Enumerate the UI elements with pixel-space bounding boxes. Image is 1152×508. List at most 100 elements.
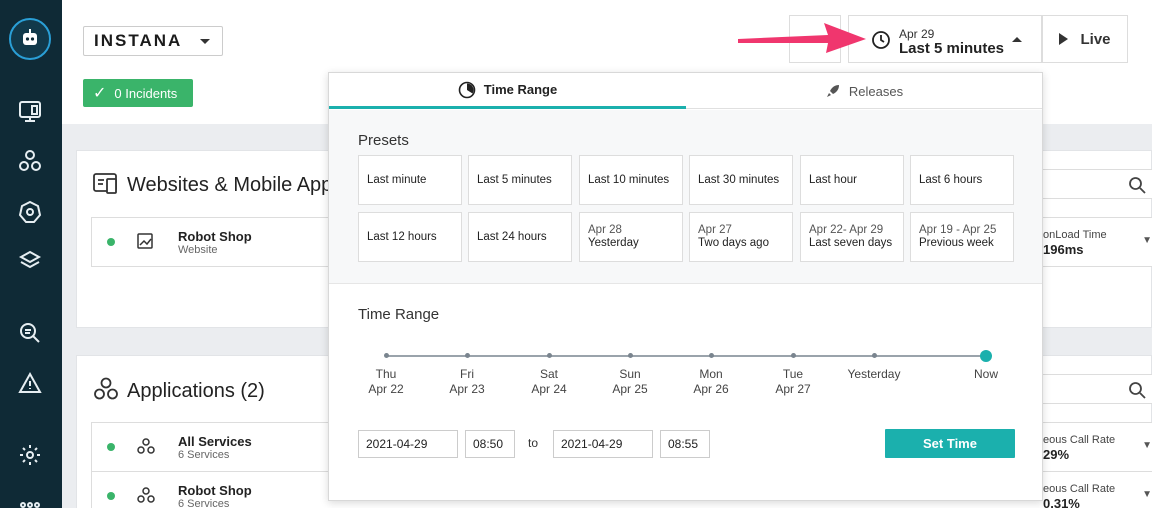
preset-date: Apr 28 — [588, 224, 622, 236]
timeline-day: Tue — [782, 367, 804, 381]
preset-label: Last 30 minutes — [698, 173, 780, 186]
timeline-day: Mon — [699, 367, 723, 381]
time-range-icon — [458, 81, 476, 98]
timeline-label: Sat Apr 24 — [514, 367, 584, 397]
timeline-label: Sun Apr 25 — [595, 367, 665, 397]
time-range-label: Last 5 minutes — [899, 40, 1005, 57]
timeline-day: Yesterday — [847, 367, 901, 381]
timeline-date: Apr 23 — [449, 382, 485, 396]
tab-releases-label: Releases — [848, 83, 904, 99]
play-icon — [1059, 33, 1069, 45]
monitor-icon[interactable] — [15, 96, 45, 126]
tab-time-range[interactable]: Time Range — [329, 73, 686, 109]
timeline-tick[interactable] — [546, 353, 552, 358]
timeline-tick[interactable] — [790, 353, 796, 358]
timeline-now-handle[interactable] — [980, 350, 992, 362]
clock-icon — [871, 30, 891, 55]
timeline-tick[interactable] — [383, 353, 389, 358]
timeline-label: Now — [951, 367, 1021, 382]
settings-gear-icon[interactable] — [15, 440, 45, 470]
preset-option[interactable]: Apr 19 - Apr 25 Previous week — [910, 212, 1014, 262]
tab-releases[interactable]: Releases — [686, 73, 1042, 109]
to-time-input[interactable]: 08:55 — [660, 430, 710, 458]
to-date-input[interactable]: 2021-04-29 — [553, 430, 653, 458]
preset-option[interactable]: Last 30 minutes — [689, 155, 793, 205]
preset-option[interactable]: Last hour — [800, 155, 904, 205]
time-range-date: Apr 29 — [899, 27, 935, 41]
preset-option[interactable]: Last 10 minutes — [579, 155, 683, 205]
preset-option[interactable]: Last 6 hours — [910, 155, 1014, 205]
preset-option[interactable]: Last 24 hours — [468, 212, 572, 262]
from-date-input[interactable]: 2021-04-29 — [358, 430, 458, 458]
set-time-button[interactable]: Set Time — [885, 429, 1015, 458]
preset-date: Apr 19 - Apr 25 — [919, 224, 997, 236]
services-cluster-icon[interactable] — [15, 146, 45, 176]
timeline-track[interactable] — [386, 355, 986, 357]
timeline-date: Apr 22 — [368, 382, 404, 396]
timeline-tick[interactable] — [627, 353, 633, 358]
timeline-date: Apr 26 — [693, 382, 729, 396]
annotation-arrow-icon — [738, 23, 866, 53]
websites-card-title: Websites & Mobile App — [127, 174, 333, 196]
search-icon — [1128, 381, 1146, 404]
website-monitor-icon — [92, 171, 120, 202]
timeline-label: Mon Apr 26 — [676, 367, 746, 397]
time-range-title: Time Range — [358, 306, 440, 323]
preset-option[interactable]: Apr 27 Two days ago — [689, 212, 793, 262]
preset-label: Last minute — [367, 173, 427, 186]
metric-value: 0.31% — [1043, 496, 1080, 508]
preset-label: Last 12 hours — [367, 230, 437, 243]
preset-option[interactable]: Apr 22- Apr 29 Last seven days — [800, 212, 904, 262]
more-icon[interactable] — [15, 490, 45, 508]
applications-search-input[interactable] — [1041, 374, 1152, 404]
metric-value: 29% — [1043, 447, 1070, 462]
timeline-tick[interactable] — [871, 353, 877, 358]
kubernetes-icon[interactable] — [15, 197, 45, 227]
timeline-day: Now — [973, 367, 998, 381]
timeline-day: Thu — [375, 367, 397, 381]
preset-label: Last 24 hours — [477, 230, 547, 243]
timeline-label: Tue Apr 27 — [758, 367, 828, 397]
metric-label: onLoad Time — [1043, 229, 1107, 241]
instana-robot-logo-icon[interactable] — [9, 18, 51, 60]
time-range-popover: Time Range Releases Presets Time Range 2… — [328, 72, 1043, 501]
services-icon — [136, 437, 156, 460]
tab-time-range-label: Time Range — [483, 82, 558, 97]
preset-option[interactable]: Apr 28 Yesterday — [579, 212, 683, 262]
from-time-input[interactable]: 08:50 — [465, 430, 515, 458]
timeline-tick[interactable] — [708, 353, 714, 358]
layers-icon[interactable] — [15, 246, 45, 276]
preset-label: Last hour — [809, 173, 857, 186]
analyze-search-icon[interactable] — [15, 318, 45, 348]
row-name: Robot Shop — [178, 229, 252, 244]
preset-option[interactable]: Last 12 hours — [358, 212, 462, 262]
services-icon — [136, 486, 156, 508]
alert-triangle-icon[interactable] — [15, 368, 45, 398]
timeline-day: Sat — [539, 367, 558, 381]
popover-tabs: Time Range Releases — [329, 73, 1042, 109]
brand-selector[interactable]: INSTANA — [83, 26, 223, 56]
brand-name: INSTANA — [94, 31, 183, 50]
preset-label: Yesterday — [588, 237, 639, 249]
live-label: Live — [1080, 30, 1111, 48]
chevron-up-icon — [1012, 37, 1022, 42]
live-button[interactable]: Live — [1042, 15, 1128, 63]
timeline-label: Yesterday — [839, 367, 909, 382]
preset-option[interactable]: Last 5 minutes — [468, 155, 572, 205]
websites-search-input[interactable] — [1041, 169, 1152, 199]
to-label: to — [528, 436, 539, 450]
timeline-tick[interactable] — [464, 353, 470, 358]
preset-option[interactable]: Last minute — [358, 155, 462, 205]
status-dot — [107, 443, 115, 451]
incidents-badge[interactable]: ✓ 0 Incidents — [83, 79, 193, 107]
metric-label: eous Call Rate — [1043, 434, 1116, 446]
chart-icon — [136, 232, 154, 255]
row-name: All Services — [178, 434, 252, 449]
search-icon — [1128, 176, 1146, 199]
time-range-button[interactable]: Apr 29 Last 5 minutes — [848, 15, 1042, 63]
preset-label: Previous week — [919, 237, 994, 249]
row-subtitle: Website — [178, 244, 218, 256]
chevron-down-icon — [200, 39, 210, 44]
timeline-label: Fri Apr 23 — [432, 367, 502, 397]
applications-card-title: Applications (2) — [127, 380, 265, 402]
